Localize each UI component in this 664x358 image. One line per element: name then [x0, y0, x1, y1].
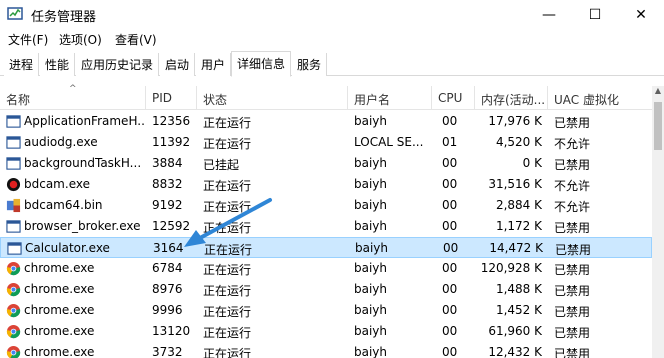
annotation-arrow-icon — [198, 198, 272, 240]
annotation-arrow-layer — [184, 198, 272, 247]
